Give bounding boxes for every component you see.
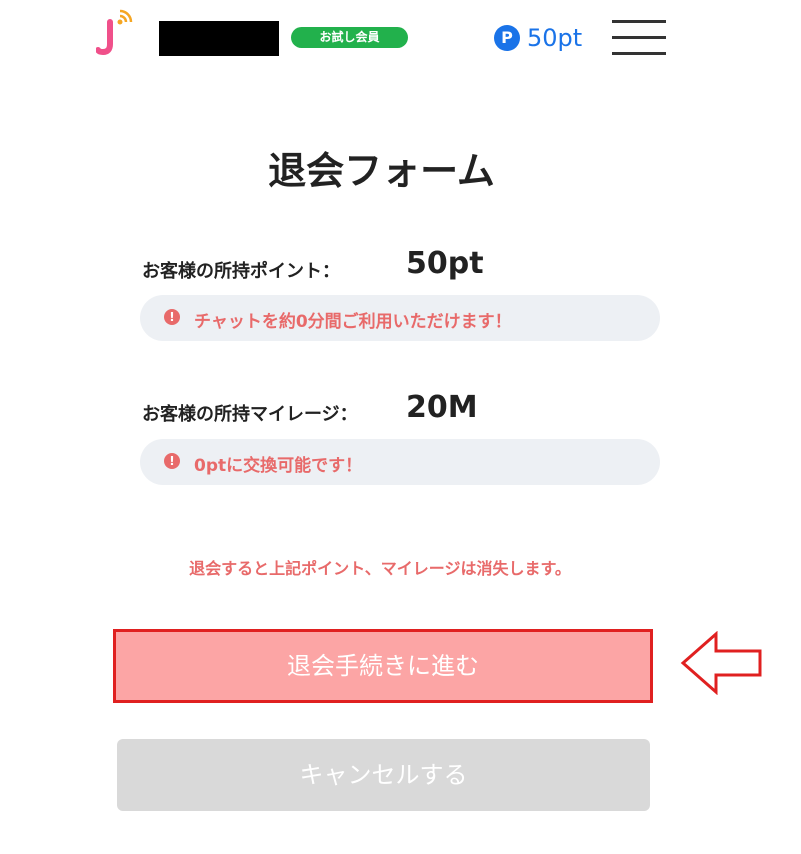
points-icon: P — [494, 25, 520, 51]
exclamation-icon: ! — [164, 453, 180, 469]
mileage-label: お客様の所持マイレージ： — [142, 404, 358, 425]
hamburger-menu-icon[interactable] — [612, 18, 668, 58]
exclamation-icon: ! — [164, 309, 180, 325]
points-label: お客様の所持ポイント： — [142, 261, 340, 282]
member-status-badge: お試し会員 — [291, 27, 408, 48]
loss-warning-text: 退会すると上記ポイント、マイレージは消失します。 — [189, 559, 571, 578]
points-indicator[interactable]: P 50pt — [494, 22, 582, 54]
redacted-username — [159, 21, 279, 56]
points-notice-text: チャットを約0分間ご利用いただけます！ — [194, 312, 512, 332]
menu-bar-bottom — [612, 52, 666, 55]
mileage-notice: ! 0ptに交換可能です！ — [140, 439, 660, 485]
left-arrow-icon — [680, 631, 762, 695]
page-title: 退会フォーム — [268, 149, 495, 193]
proceed-withdrawal-button[interactable]: 退会手続きに進む — [113, 629, 653, 703]
menu-bar-middle — [612, 36, 666, 39]
app-header: お試し会員 P 50pt — [0, 0, 801, 80]
mileage-notice-text: 0ptに交換可能です！ — [194, 456, 363, 476]
points-notice: ! チャットを約0分間ご利用いただけます！ — [140, 295, 660, 341]
points-value: 50pt — [406, 246, 484, 281]
points-balance: 50pt — [527, 24, 583, 52]
cancel-button[interactable]: キャンセルする — [117, 739, 650, 811]
mileage-value: 20M — [406, 390, 478, 425]
menu-bar-top — [612, 20, 666, 23]
j-wifi-logo-icon[interactable] — [96, 8, 140, 60]
